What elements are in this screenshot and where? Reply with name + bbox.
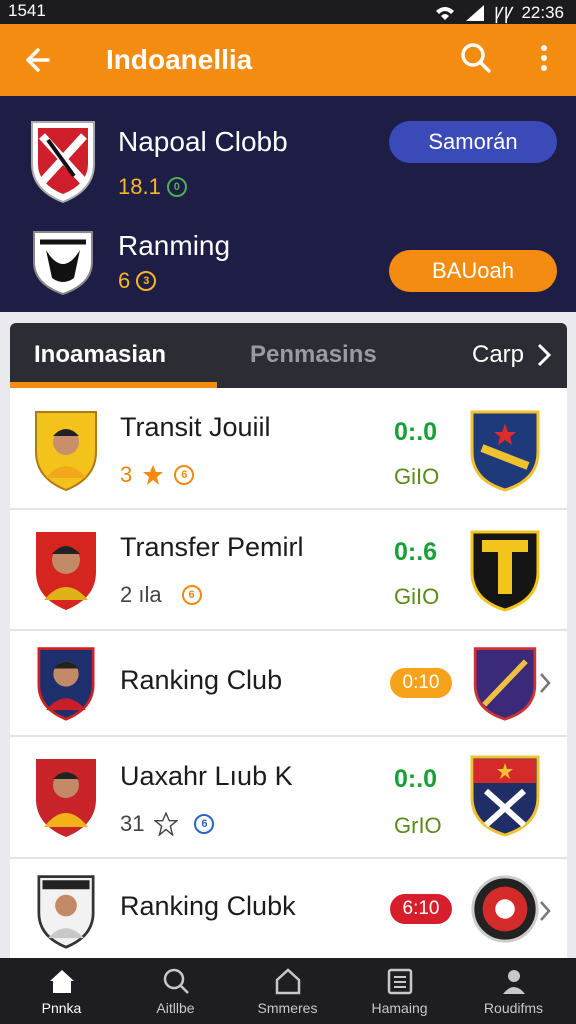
club-crest-ranming — [33, 231, 93, 296]
home-icon — [49, 970, 74, 993]
more-options-icon[interactable] — [530, 40, 558, 76]
player-name: Ranking Clubk — [120, 891, 296, 921]
match-score: 0:.0 — [394, 418, 438, 446]
tab-inoamasian[interactable]: Inoamasian — [34, 341, 166, 369]
club-header: Napoal Clobb 18.1 0 Samorán Ranming 6 3 … — [0, 96, 576, 312]
nav-label: Aitllbe — [156, 1000, 195, 1016]
player-meta: 2 ıla 6 — [120, 582, 202, 608]
search-icon[interactable] — [458, 40, 494, 76]
nav-item-smmeres[interactable]: Smmeres — [230, 958, 345, 1024]
match-status: GiIO — [394, 464, 440, 489]
player-name: Transit Jouiil — [120, 412, 271, 442]
club-crest — [473, 647, 537, 721]
status-time-right: 22:36 — [521, 2, 564, 22]
player-avatar — [37, 875, 95, 949]
back-arrow-icon[interactable] — [18, 42, 54, 78]
tab-carp[interactable]: Carp — [472, 341, 524, 369]
list-item[interactable]: Ranking Club 0:10 — [10, 631, 567, 737]
house-outline-icon — [275, 968, 300, 995]
tab-bar: Inoamasian Penmasins Carp — [10, 323, 567, 388]
person-icon — [502, 970, 525, 994]
coin-icon: 3 — [136, 271, 157, 291]
club-name-2: Ranming — [118, 230, 231, 261]
match-status: GiIO — [394, 584, 440, 609]
signal-icon — [466, 4, 484, 21]
wifi-icon — [436, 6, 454, 20]
club-crest — [470, 410, 540, 492]
club-2-action-button[interactable]: BAUoah — [389, 250, 557, 292]
coin-icon: 6 — [181, 585, 202, 605]
status-right: ꝨꝨ 22:36 — [434, 1, 564, 24]
status-right-icons: ꝨꝨ — [494, 4, 514, 23]
club-crest — [470, 755, 540, 837]
chevron-right-icon[interactable] — [538, 899, 552, 923]
coin-icon: 0 — [166, 177, 187, 197]
coin-icon: 6 — [194, 814, 215, 834]
status-time-left: 1541 — [8, 1, 46, 20]
club-stat-1-value: 18.1 — [118, 174, 161, 199]
player-meta: 3 6 — [120, 462, 195, 488]
club-name-1: Napoal Clobb — [118, 126, 288, 157]
player-name: Ranking Club — [120, 665, 283, 695]
club-crest-napoal — [31, 121, 95, 204]
player-avatar — [36, 759, 96, 837]
search-icon — [163, 968, 189, 994]
status-bar: 1541 ꝨꝨ 22:36 — [0, 0, 576, 24]
coin-icon: 6 — [174, 465, 195, 485]
list-item[interactable]: Transfer Pemirl 2 ıla 6 0:.6 GiIO — [10, 510, 567, 631]
match-status: GrIO — [394, 813, 442, 838]
nav-item-aitllbe[interactable]: Aitllbe — [118, 958, 233, 1024]
star-outline-icon — [154, 812, 179, 836]
chevron-right-icon[interactable] — [538, 671, 552, 695]
player-avatar — [36, 532, 96, 610]
nav-label: Pnnka — [41, 1000, 82, 1016]
club-crest — [471, 875, 539, 943]
player-name: Uaxahr Lıub K — [120, 761, 293, 791]
nav-item-roudifms[interactable]: Roudifms — [456, 958, 571, 1024]
club-1-action-button[interactable]: Samorán — [389, 121, 557, 163]
bottom-navigation: Pnnka Aitllbe Smmeres Hamaing Roudifms — [0, 958, 576, 1024]
nav-label: Smmeres — [257, 1000, 318, 1016]
app-bar: Indoanellia — [0, 24, 576, 96]
page-title: Indoanellia — [106, 44, 253, 75]
tab-penmasins[interactable]: Penmasins — [250, 341, 377, 369]
club-stat-1: 18.1 0 — [118, 174, 187, 200]
chevron-right-icon[interactable] — [535, 341, 553, 369]
score-pill: 0:10 — [390, 668, 452, 698]
nav-label: Roudifms — [483, 1000, 544, 1016]
list-item[interactable]: Transit Jouiil 3 6 0:.0 GiIO — [10, 388, 567, 510]
list-item[interactable]: Ranking Clubk 6:10 — [10, 859, 567, 963]
star-icon — [143, 465, 164, 485]
player-avatar — [37, 647, 95, 721]
calendar-icon — [387, 968, 412, 995]
nav-item-pnnka[interactable]: Pnnka — [4, 958, 119, 1024]
club-crest — [470, 530, 540, 612]
player-name: Transfer Pemirl — [120, 532, 304, 562]
club-stat-2: 6 3 — [118, 268, 157, 294]
ranking-card: Inoamasian Penmasins Carp Transit Jouiil… — [10, 323, 567, 963]
match-score: 0:.0 — [394, 765, 438, 793]
match-score: 0:.6 — [394, 538, 438, 566]
list-item[interactable]: Uaxahr Lıub K 31 6 0:.0 GrIO — [10, 737, 567, 859]
score-pill: 6:10 — [390, 894, 452, 924]
nav-item-hamaing[interactable]: Hamaing — [342, 958, 457, 1024]
nav-label: Hamaing — [371, 1000, 428, 1016]
club-stat-2-value: 6 — [118, 268, 131, 293]
player-meta: 31 6 — [120, 811, 215, 837]
player-avatar — [35, 411, 97, 492]
